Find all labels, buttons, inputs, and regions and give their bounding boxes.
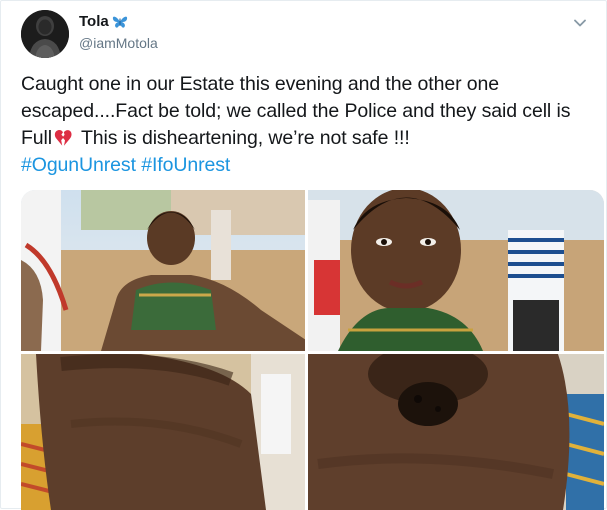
avatar[interactable]	[21, 10, 69, 58]
hashtag-ifounrest[interactable]: #IfoUnrest	[141, 154, 230, 176]
photo-2[interactable]	[308, 190, 604, 351]
broken-heart-icon	[53, 128, 73, 146]
author-name-row[interactable]: Tola	[79, 13, 128, 30]
media-grid	[21, 190, 604, 510]
photo-1[interactable]	[21, 190, 305, 351]
tweet-text-part2: This is disheartening, we’re not safe !!…	[76, 127, 410, 149]
hashtag-ogununrest[interactable]: #OgunUnrest	[21, 154, 136, 176]
display-name[interactable]: Tola	[79, 13, 109, 30]
author-handle[interactable]: @iamMotola	[79, 35, 158, 51]
butterfly-icon	[112, 15, 128, 29]
photo-4[interactable]	[308, 354, 604, 510]
tweet-card: Tola @iamMotola Caught one in our Estate…	[0, 0, 607, 510]
photo-3[interactable]	[21, 354, 305, 510]
tweet-text: Caught one in our Estate this evening an…	[21, 71, 591, 179]
chevron-down-icon[interactable]	[572, 15, 588, 31]
